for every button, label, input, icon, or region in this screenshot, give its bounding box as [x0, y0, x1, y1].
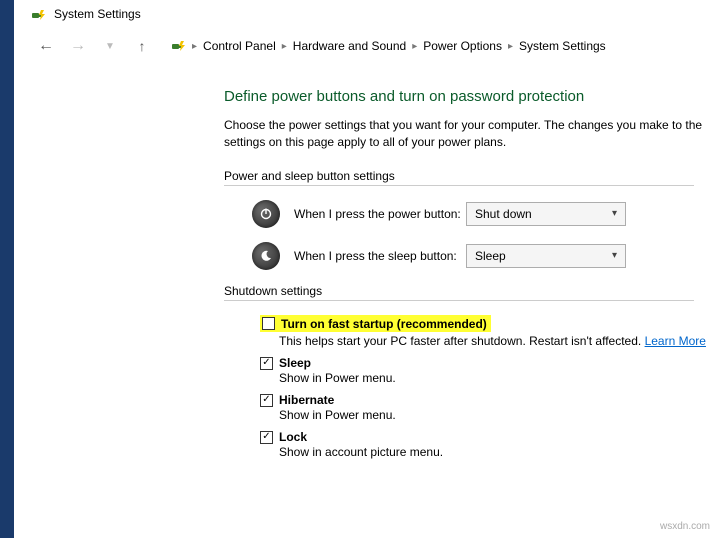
power-button-select[interactable]: Shut down ▾: [466, 202, 626, 226]
breadcrumb-item[interactable]: Hardware and Sound: [293, 39, 406, 53]
hibernate-checkbox[interactable]: ✓: [260, 394, 273, 407]
fast-startup-label: Turn on fast startup (recommended): [281, 317, 487, 331]
forward-button[interactable]: →: [68, 37, 88, 55]
window-title: System Settings: [54, 7, 141, 21]
sleep-button-row: When I press the sleep button: Sleep ▾: [224, 242, 720, 270]
recent-locations-dropdown[interactable]: ▼: [100, 41, 120, 52]
intro-text: Choose the power settings that you want …: [224, 117, 720, 151]
shutdown-section: Shutdown settings Turn on fast startup (…: [224, 284, 720, 460]
page-title: Define power buttons and turn on passwor…: [224, 88, 720, 105]
power-button-label: When I press the power button:: [294, 207, 466, 221]
window-border-left: [0, 0, 14, 538]
lock-checkbox[interactable]: ✓: [260, 431, 273, 444]
hibernate-label: Hibernate: [279, 393, 334, 407]
chevron-down-icon: ▾: [612, 208, 617, 219]
sleep-icon: [252, 242, 280, 270]
watermark: wsxdn.com: [660, 521, 710, 532]
sleep-label: Sleep: [279, 356, 311, 370]
chevron-right-icon: ▸: [192, 41, 197, 52]
section-divider: [224, 300, 694, 301]
hibernate-item: ✓ Hibernate Show in Power menu.: [260, 393, 720, 422]
chevron-down-icon: ▾: [612, 250, 617, 261]
power-icon: [252, 200, 280, 228]
navbar: ← → ▼ ↑ ▸ Control Panel ▸ Hardware and S…: [14, 28, 720, 64]
sleep-button-select[interactable]: Sleep ▾: [466, 244, 626, 268]
breadcrumb-item[interactable]: Power Options: [423, 39, 502, 53]
sleep-button-label: When I press the sleep button:: [294, 249, 466, 263]
hibernate-description: Show in Power menu.: [279, 408, 720, 422]
select-value: Shut down: [475, 207, 532, 221]
sleep-checkbox[interactable]: ✓: [260, 357, 273, 370]
chevron-right-icon: ▸: [412, 41, 417, 52]
sleep-item: ✓ Sleep Show in Power menu.: [260, 356, 720, 385]
lock-label: Lock: [279, 430, 307, 444]
breadcrumb-item[interactable]: Control Panel: [203, 39, 276, 53]
highlight-annotation: Turn on fast startup (recommended): [260, 315, 491, 332]
power-options-icon: [30, 6, 46, 22]
lock-item: ✓ Lock Show in account picture menu.: [260, 430, 720, 459]
power-options-icon: [170, 37, 186, 56]
section-title: Shutdown settings: [224, 284, 720, 298]
content-area: Define power buttons and turn on passwor…: [14, 64, 720, 538]
select-value: Sleep: [475, 249, 506, 263]
learn-more-link[interactable]: Learn More: [645, 334, 706, 348]
power-sleep-section: Power and sleep button settings When I p…: [224, 169, 720, 270]
breadcrumb[interactable]: ▸ Control Panel ▸ Hardware and Sound ▸ P…: [170, 37, 606, 56]
sleep-description: Show in Power menu.: [279, 371, 720, 385]
up-button[interactable]: ↑: [132, 38, 152, 54]
chevron-right-icon: ▸: [508, 41, 513, 52]
fast-startup-item: Turn on fast startup (recommended) This …: [260, 315, 720, 349]
fast-startup-description: This helps start your PC faster after sh…: [279, 334, 720, 348]
back-button[interactable]: ←: [36, 37, 56, 55]
fast-startup-checkbox[interactable]: [262, 317, 275, 330]
breadcrumb-item[interactable]: System Settings: [519, 39, 606, 53]
power-button-row: When I press the power button: Shut down…: [224, 200, 720, 228]
chevron-right-icon: ▸: [282, 41, 287, 52]
section-title: Power and sleep button settings: [224, 169, 720, 183]
section-divider: [224, 185, 694, 186]
lock-description: Show in account picture menu.: [279, 445, 720, 459]
titlebar: System Settings: [14, 0, 720, 28]
